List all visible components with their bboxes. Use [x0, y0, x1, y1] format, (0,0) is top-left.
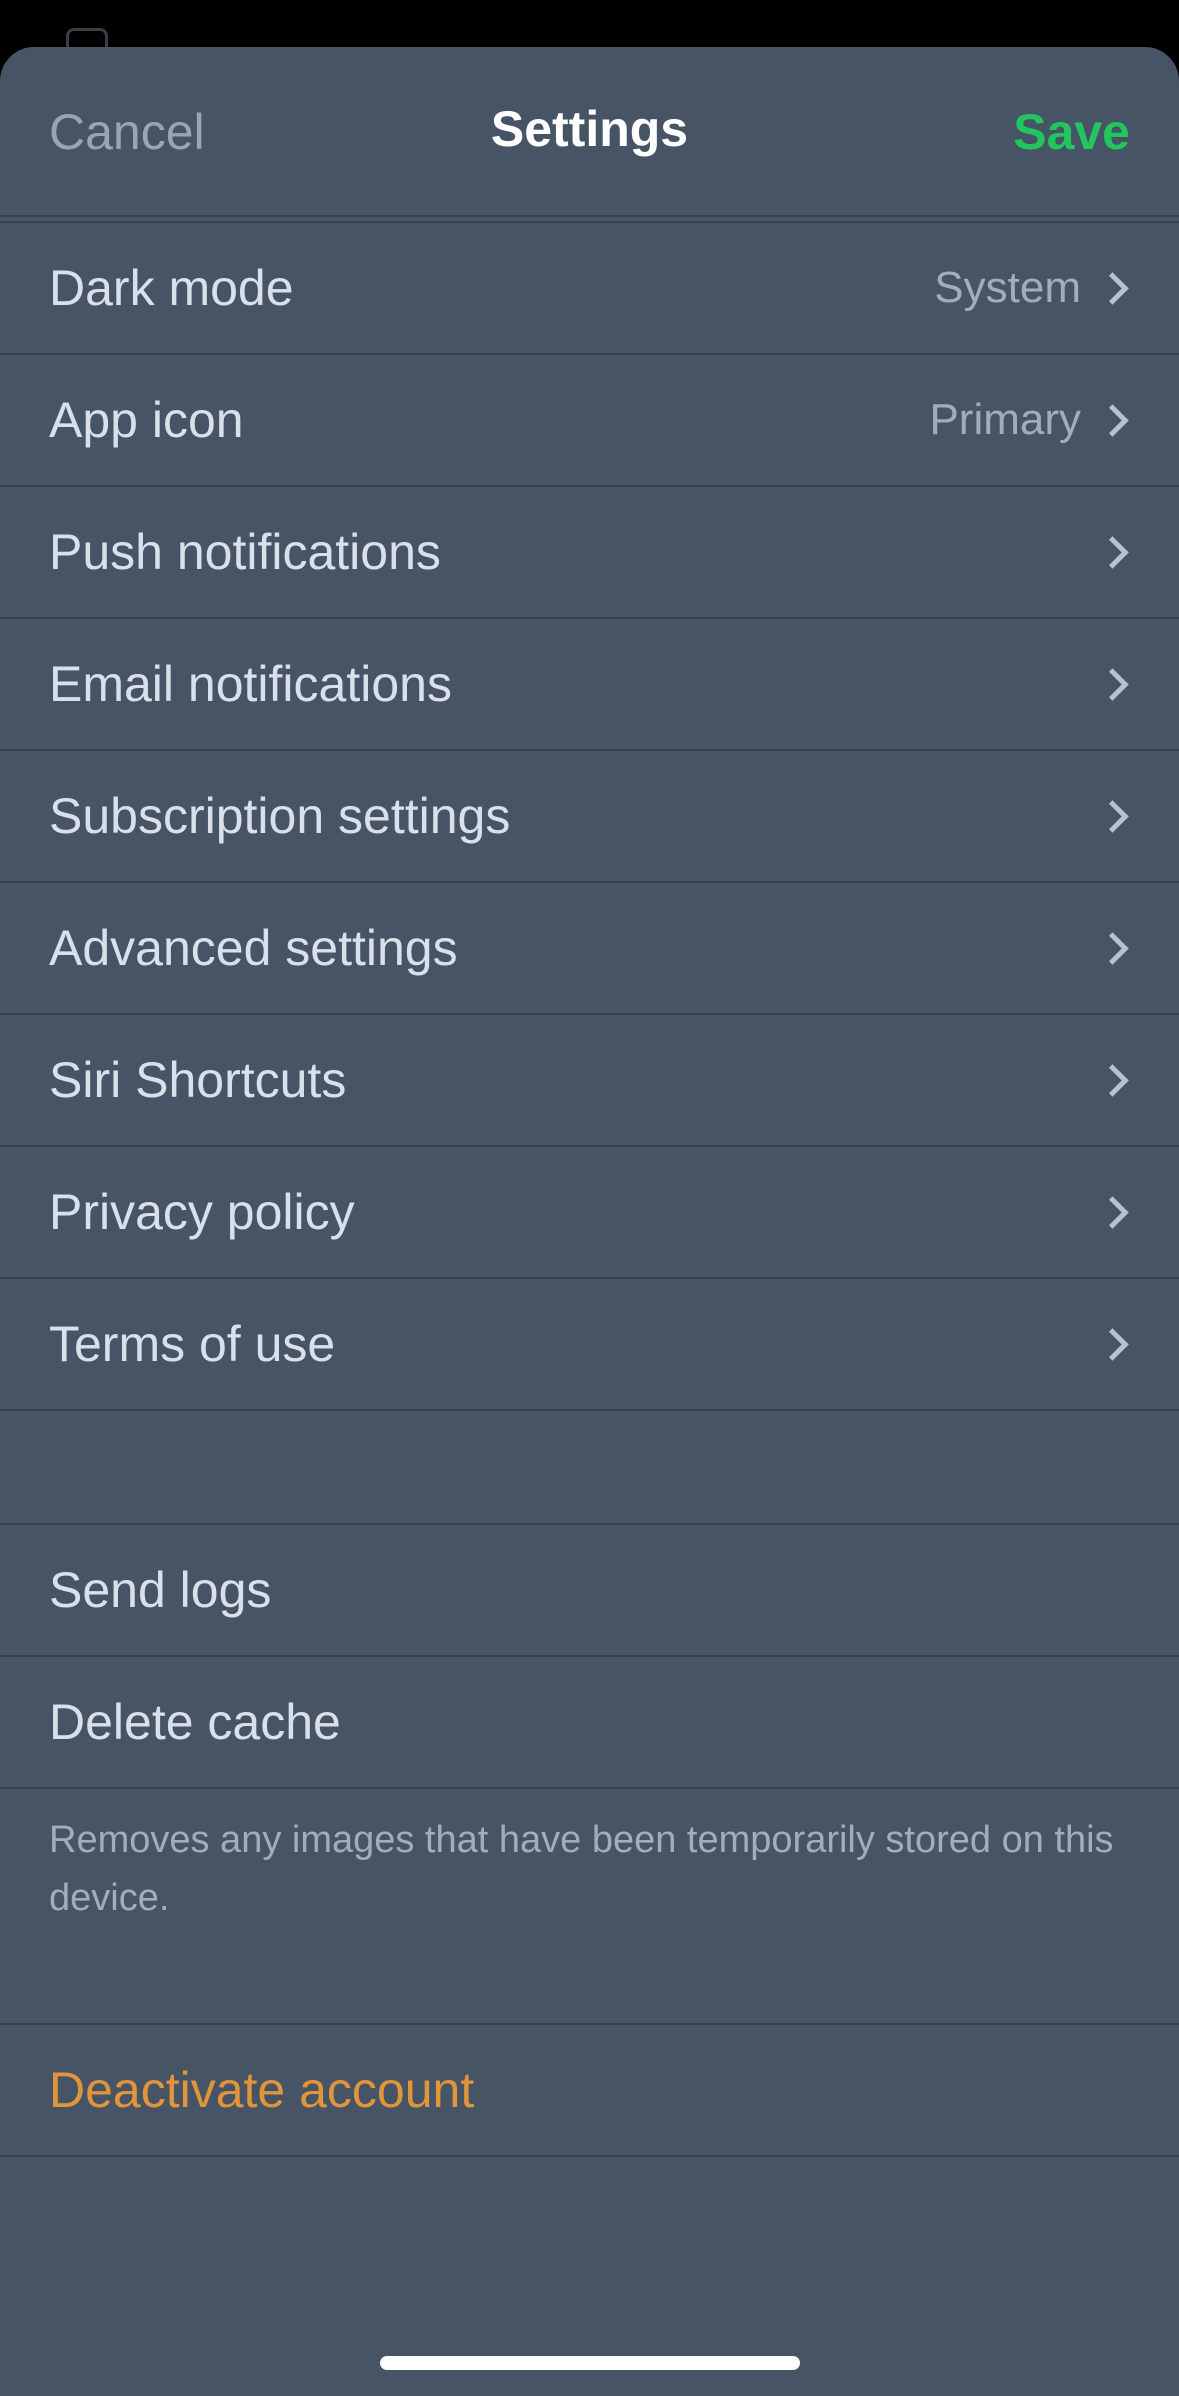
- row-label: Send logs: [49, 1562, 272, 1618]
- chevron-right-icon: [1096, 799, 1129, 833]
- row-label: Email notifications: [49, 656, 452, 712]
- section-spacer: [0, 1411, 1179, 1525]
- chevron-right-icon: [1096, 403, 1129, 437]
- row-label: Subscription settings: [49, 788, 511, 844]
- settings-row-dark-mode[interactable]: Dark mode System: [0, 223, 1179, 355]
- chevron-right-icon: [1096, 1063, 1129, 1097]
- background-app-peek: [0, 0, 1179, 53]
- settings-list: Dark mode System App icon Primary Push n…: [0, 223, 1179, 1411]
- chevron-right-icon: [1096, 271, 1129, 305]
- row-label: Terms of use: [49, 1316, 336, 1372]
- header-divider: [0, 215, 1179, 223]
- navigation-bar: Cancel Settings Save: [0, 47, 1179, 215]
- chevron-right-icon: [1096, 931, 1129, 965]
- maintenance-list: Send logs Delete cache Removes any image…: [0, 1525, 1179, 2025]
- settings-row-privacy-policy[interactable]: Privacy policy: [0, 1147, 1179, 1279]
- cancel-button[interactable]: Cancel: [49, 103, 205, 161]
- settings-row-app-icon[interactable]: App icon Primary: [0, 355, 1179, 487]
- settings-row-subscription-settings[interactable]: Subscription settings: [0, 751, 1179, 883]
- settings-row-siri-shortcuts[interactable]: Siri Shortcuts: [0, 1015, 1179, 1147]
- chevron-right-icon: [1096, 535, 1129, 569]
- save-button[interactable]: Save: [1013, 103, 1130, 161]
- settings-row-push-notifications[interactable]: Push notifications: [0, 487, 1179, 619]
- settings-row-email-notifications[interactable]: Email notifications: [0, 619, 1179, 751]
- chevron-right-icon: [1096, 667, 1129, 701]
- row-value: System: [934, 263, 1081, 312]
- settings-sheet: Cancel Settings Save Dark mode System Ap…: [0, 47, 1179, 2396]
- chevron-right-icon: [1096, 1327, 1129, 1361]
- delete-cache-footnote: Removes any images that have been tempor…: [0, 1789, 1179, 2025]
- row-label: Advanced settings: [49, 920, 458, 976]
- deactivate-account-button[interactable]: Deactivate account: [0, 2025, 1179, 2157]
- row-label: App icon: [49, 392, 244, 448]
- send-logs-button[interactable]: Send logs: [0, 1525, 1179, 1657]
- row-label: Delete cache: [49, 1694, 341, 1750]
- home-indicator: [380, 2356, 800, 2370]
- page-title: Settings: [490, 101, 689, 157]
- row-label: Deactivate account: [49, 2062, 475, 2118]
- row-label: Privacy policy: [49, 1184, 355, 1240]
- row-label: Push notifications: [49, 524, 441, 580]
- row-value: Primary: [929, 395, 1081, 444]
- row-label: Dark mode: [49, 260, 294, 316]
- delete-cache-button[interactable]: Delete cache: [0, 1657, 1179, 1789]
- row-label: Siri Shortcuts: [49, 1052, 347, 1108]
- settings-row-terms-of-use[interactable]: Terms of use: [0, 1279, 1179, 1411]
- settings-row-advanced-settings[interactable]: Advanced settings: [0, 883, 1179, 1015]
- chevron-right-icon: [1096, 1195, 1129, 1229]
